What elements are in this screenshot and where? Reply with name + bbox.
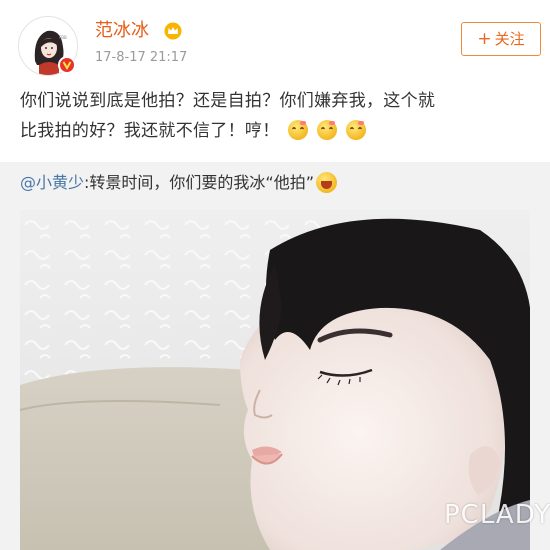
repost-content: :转景时间，你们要的我冰“他拍” bbox=[84, 173, 314, 192]
emoji-face-icon bbox=[316, 120, 337, 140]
pclady-watermark: PCLADY bbox=[444, 500, 550, 530]
follow-button[interactable]: + 关注 bbox=[461, 22, 541, 56]
repost-mention-link[interactable]: @小黄少 bbox=[20, 173, 84, 192]
post-text-line-2: 比我拍的好？我还就不信了！哼！ bbox=[20, 116, 540, 146]
post-text-line-1: 你们说说到底是他拍？还是自拍？你们嫌弃我，这个就 bbox=[20, 91, 436, 111]
post-text: 你们说说到底是他拍？还是自拍？你们嫌弃我，这个就 比我拍的好？我还就不信了！哼！ bbox=[20, 86, 540, 146]
username[interactable]: 范冰冰 bbox=[95, 20, 149, 42]
follow-label: 关注 bbox=[494, 30, 525, 48]
crown-icon bbox=[164, 22, 182, 40]
repost-text: @小黄少:转景时间，你们要的我冰“他拍” bbox=[20, 168, 337, 198]
laughing-emoji-icon bbox=[316, 172, 337, 193]
post-timestamp[interactable]: 17-8-17 21:17 bbox=[95, 50, 187, 66]
verified-badge-icon bbox=[58, 56, 76, 74]
plus-icon: + bbox=[477, 29, 492, 49]
emoji-face-icon bbox=[288, 120, 309, 140]
weibo-post: FBB 范冰冰 17-8-17 21:17 + 关注 你们说说到底是他拍？还是自拍… bbox=[0, 0, 550, 550]
emoji-face-icon bbox=[345, 120, 366, 140]
repost-photo[interactable] bbox=[20, 210, 530, 550]
svg-text:FBB: FBB bbox=[59, 35, 67, 40]
repost-block[interactable]: @小黄少:转景时间，你们要的我冰“他拍” bbox=[0, 162, 550, 550]
post-text-line-2-content: 比我拍的好？我还就不信了！哼！ bbox=[20, 121, 280, 141]
